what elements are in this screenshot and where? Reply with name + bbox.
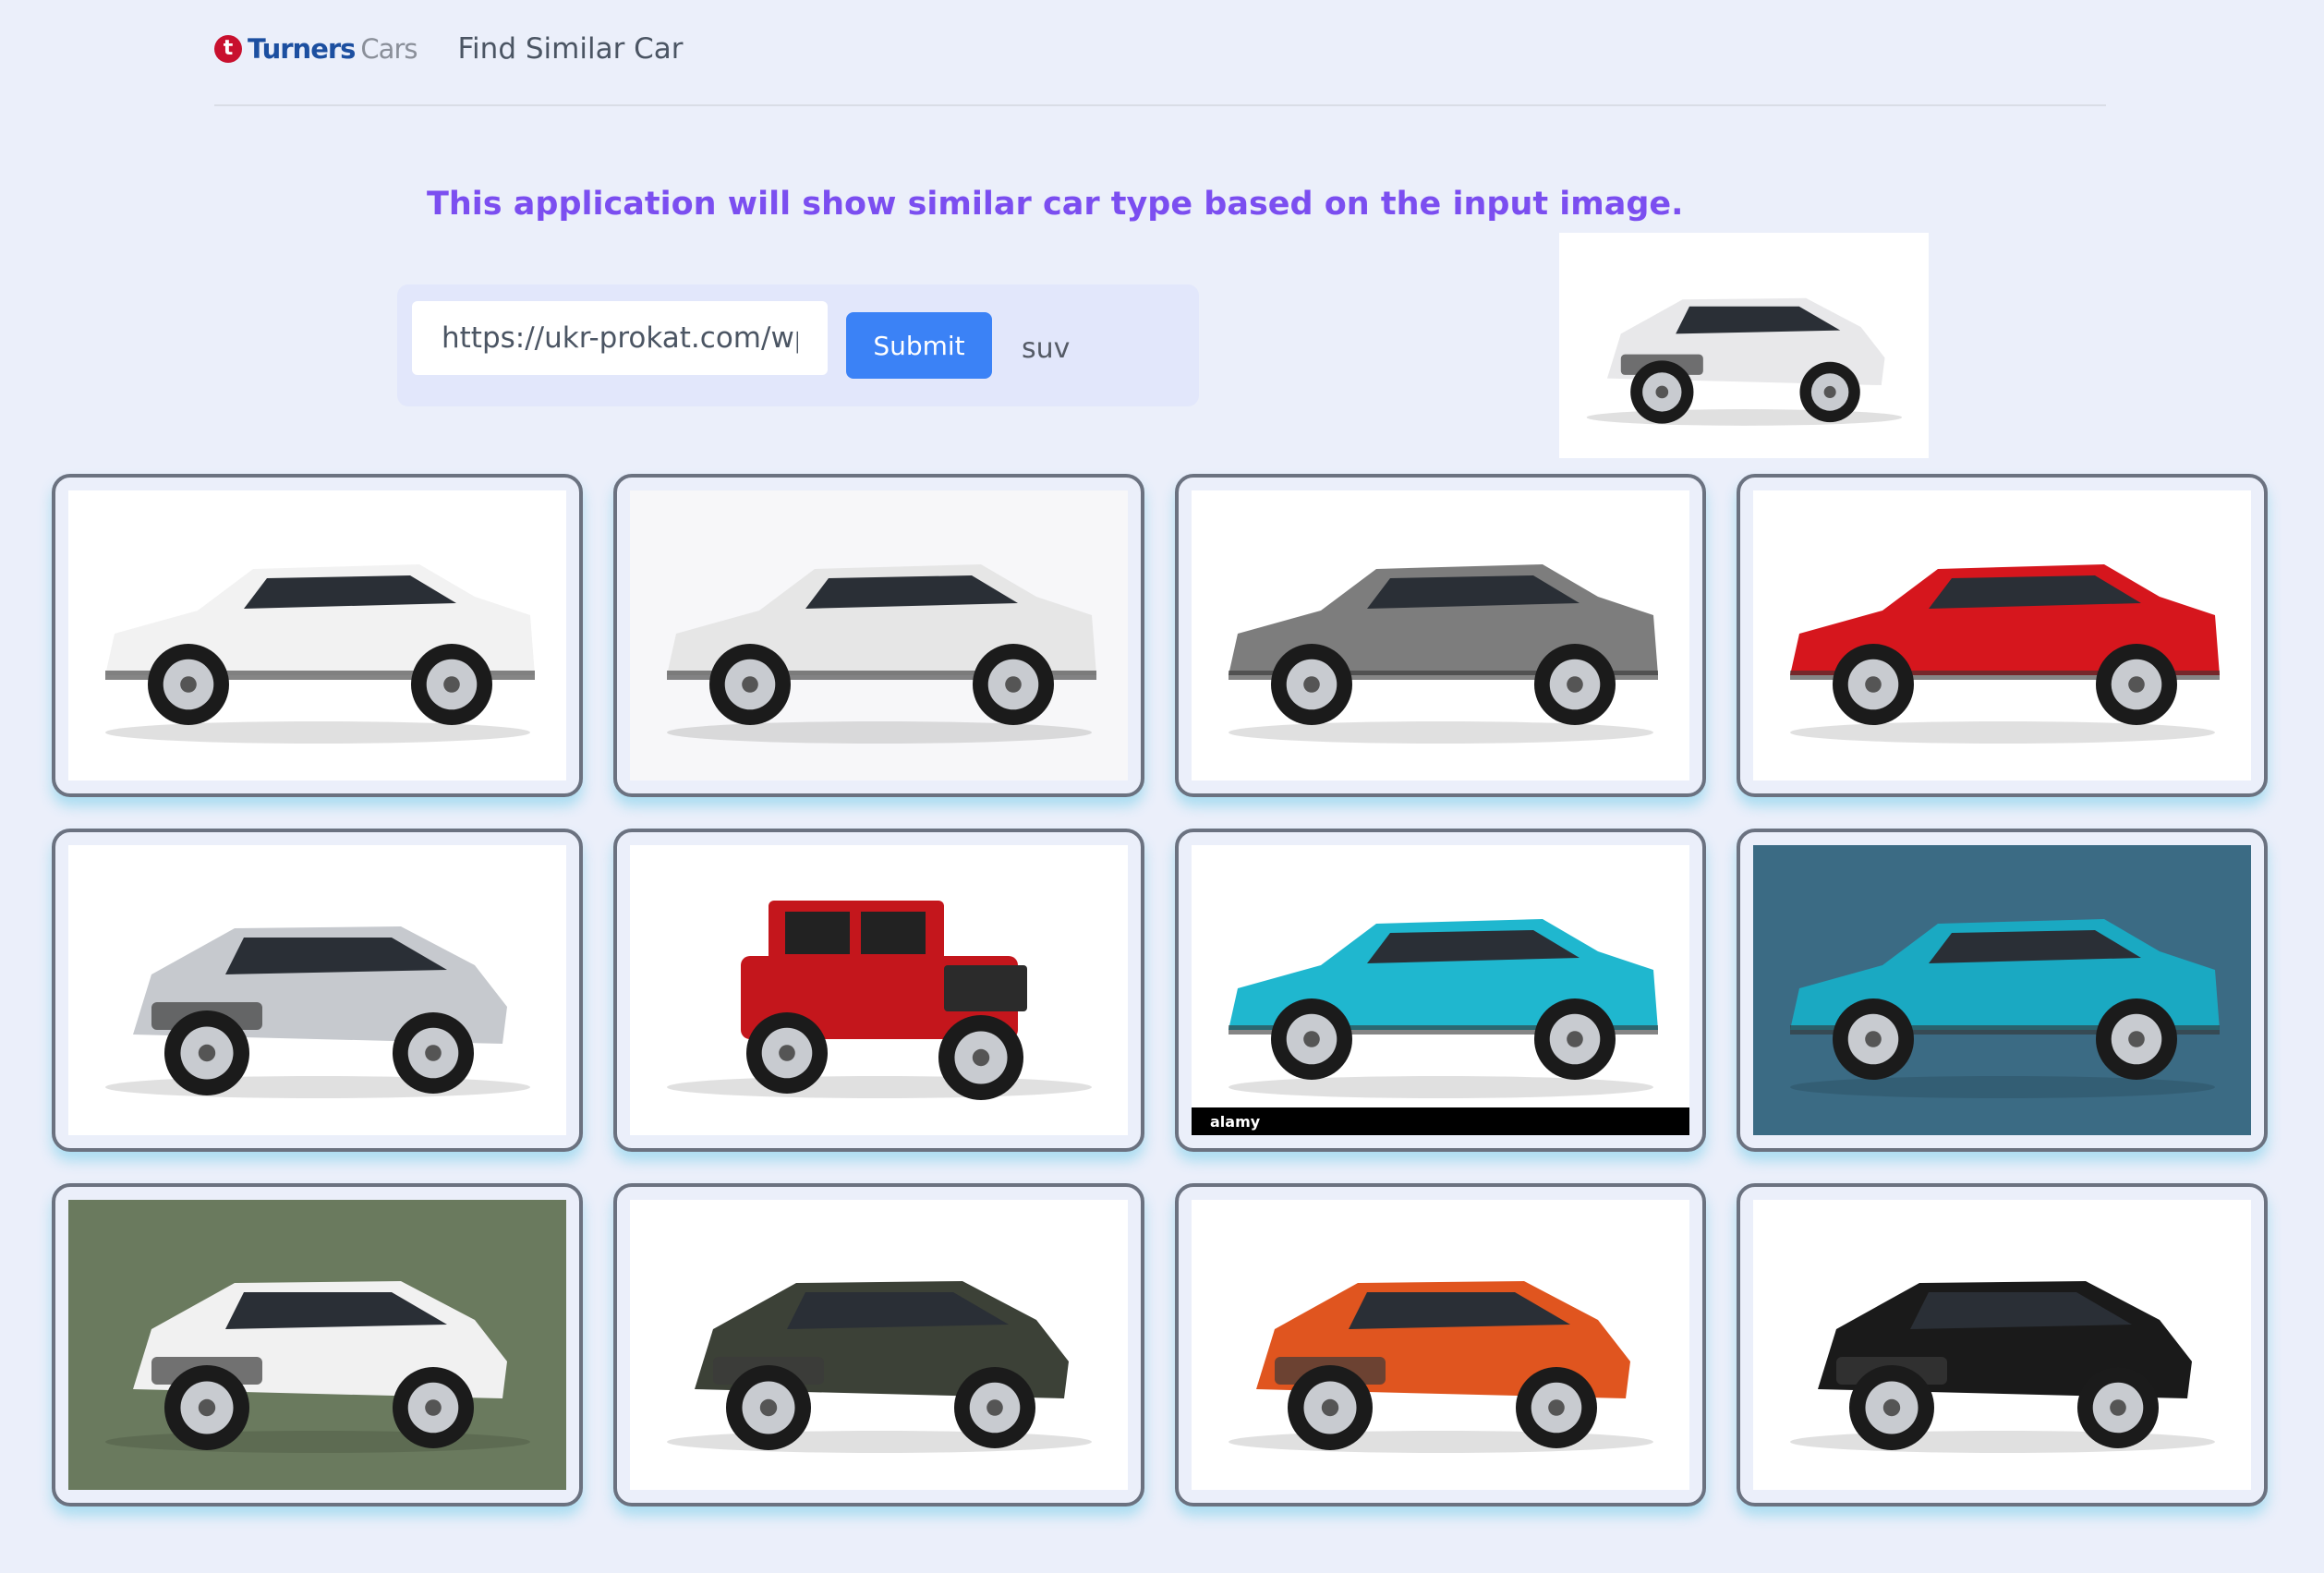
result-car-image bbox=[1192, 1200, 1689, 1490]
result-card[interactable] bbox=[1737, 829, 2268, 1152]
result-car-image bbox=[1753, 1200, 2251, 1490]
result-card[interactable] bbox=[613, 829, 1144, 1152]
brand-name-turners: Turners bbox=[248, 32, 356, 65]
result-car-image bbox=[630, 1200, 1128, 1490]
result-car-image bbox=[1753, 845, 2251, 1135]
result-card[interactable]: alamy bbox=[1175, 829, 1706, 1152]
result-car-image bbox=[1192, 490, 1689, 780]
intro-text: This application will show similar car t… bbox=[427, 186, 1684, 223]
submit-button[interactable]: Submit bbox=[846, 312, 992, 379]
result-card[interactable] bbox=[1737, 474, 2268, 797]
result-card[interactable] bbox=[52, 829, 583, 1152]
result-card[interactable] bbox=[52, 474, 583, 797]
brand-logo[interactable]: t Turners Cars bbox=[214, 32, 418, 65]
result-card[interactable] bbox=[1737, 1183, 2268, 1506]
result-card[interactable] bbox=[1175, 1183, 1706, 1506]
search-form: Submit suv bbox=[397, 284, 1199, 406]
result-car-image: alamy bbox=[1192, 845, 1689, 1135]
result-car-image bbox=[630, 845, 1128, 1135]
navbar: t Turners Cars Find Similar Car bbox=[214, 26, 684, 72]
result-car-image bbox=[1753, 490, 2251, 780]
page: t Turners Cars Find Similar Car This app… bbox=[0, 0, 2324, 1573]
input-car-image bbox=[1559, 233, 1929, 458]
similar-cars-grid: alamy bbox=[52, 474, 2269, 1508]
result-card[interactable] bbox=[1175, 474, 1706, 797]
nav-find-similar-car[interactable]: Find Similar Car bbox=[457, 34, 683, 64]
result-car-image bbox=[68, 490, 566, 780]
result-card[interactable] bbox=[613, 1183, 1144, 1506]
result-card[interactable] bbox=[613, 474, 1144, 797]
header-divider bbox=[214, 104, 2106, 106]
svg-text:alamy: alamy bbox=[1210, 1113, 1261, 1131]
brand-name-cars: Cars bbox=[360, 32, 418, 65]
result-car-image bbox=[68, 845, 566, 1135]
result-card[interactable] bbox=[52, 1183, 583, 1506]
turners-logo-icon: t bbox=[214, 35, 242, 63]
result-car-image bbox=[68, 1200, 566, 1490]
predicted-car-type: suv bbox=[1022, 333, 1071, 365]
image-url-input[interactable] bbox=[412, 301, 828, 375]
result-car-image bbox=[630, 490, 1128, 780]
